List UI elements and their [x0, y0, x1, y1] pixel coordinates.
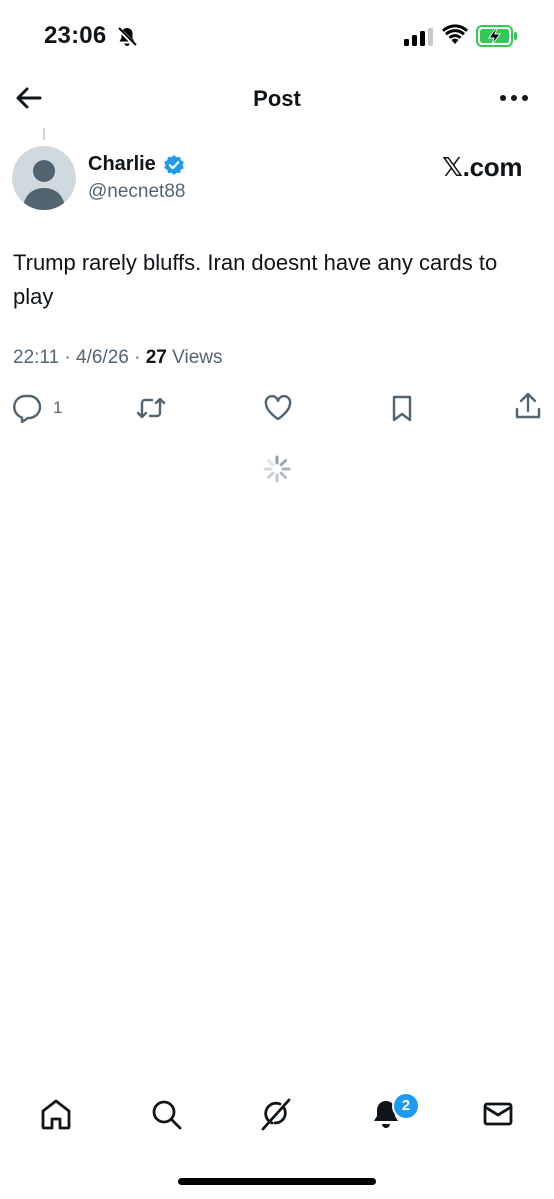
- cellular-signal-icon: [404, 28, 434, 46]
- more-options-icon[interactable]: [498, 88, 530, 108]
- thread-connector-line: [43, 128, 45, 140]
- post-metadata: 22:11 · 4/6/26 · 27 Views: [13, 347, 223, 369]
- like-heart-icon[interactable]: [263, 393, 293, 423]
- battery-charging-icon: [476, 25, 518, 47]
- status-time: 23:06: [44, 22, 107, 49]
- page-title: Post: [253, 86, 301, 111]
- author-handle[interactable]: @necnet88: [88, 181, 185, 203]
- bookmark-icon[interactable]: [387, 393, 417, 423]
- bell-muted-icon: [116, 26, 138, 48]
- notification-count-badge: 2: [392, 1092, 420, 1120]
- post-timestamp[interactable]: 22:11 · 4/6/26 ·: [13, 347, 146, 368]
- post-text: Trump rarely bluffs. Iran doesnt have an…: [13, 250, 498, 309]
- wifi-icon: [442, 24, 468, 46]
- home-indicator[interactable]: [178, 1178, 376, 1185]
- share-icon[interactable]: [513, 391, 543, 421]
- views-count: 27: [145, 347, 167, 368]
- x-com-watermark: 𝕏.com: [442, 152, 523, 182]
- verified-badge-icon[interactable]: [163, 154, 185, 176]
- avatar[interactable]: [12, 146, 76, 210]
- search-icon[interactable]: [148, 1096, 184, 1132]
- reply-icon[interactable]: [12, 393, 42, 423]
- reply-count: 1: [53, 398, 63, 417]
- grok-icon[interactable]: [258, 1096, 294, 1132]
- author-name[interactable]: Charlie: [88, 153, 156, 176]
- repost-icon[interactable]: [136, 393, 166, 423]
- views-label: Views: [166, 347, 223, 368]
- messages-mail-icon[interactable]: [480, 1096, 516, 1132]
- home-icon[interactable]: [38, 1096, 74, 1132]
- loading-spinner-icon: [262, 454, 292, 484]
